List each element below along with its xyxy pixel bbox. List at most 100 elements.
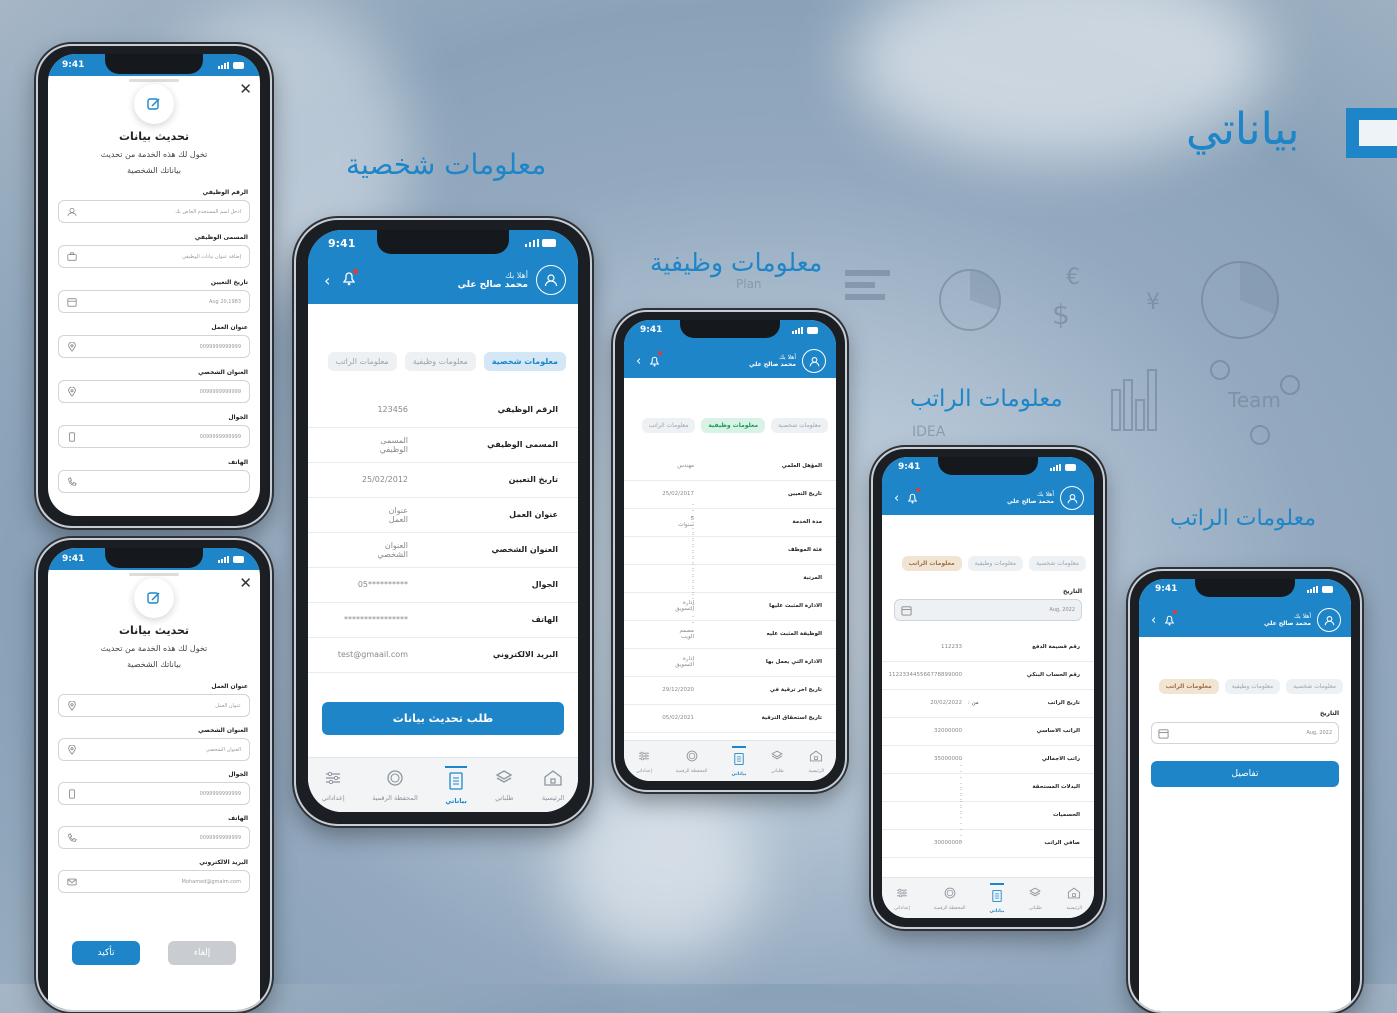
nav-label: طلباتي [495,794,514,802]
back-icon[interactable]: ‹ [1151,613,1156,628]
tab-job[interactable]: معلومات وظيفية [404,352,476,371]
nav-item-wallet[interactable]: المحفظة الرقمية [676,748,708,774]
nav-item-home[interactable]: الرئيسية [1066,885,1082,911]
tab-personal[interactable]: معلومات شخصية [483,352,566,371]
info-row: صافي الراتب 30000000 [882,829,1094,858]
date-picker[interactable]: Aug, 2022 [894,599,1082,621]
cancel-button[interactable]: إلغاء [168,941,236,965]
avatar[interactable] [1060,486,1084,510]
bell-icon[interactable] [342,269,359,290]
back-icon[interactable]: ‹ [324,271,330,290]
sliders-icon [323,768,343,792]
form-field-label: عنوان العمل [211,324,248,331]
section-title-job: معلومات وظيفية [650,248,823,277]
form-field-placeholder: 0099999999999 [199,433,241,440]
info-row: الادارة المثبت عليها إدارة التسويق [624,592,836,621]
tab-salary[interactable]: معلومات الراتب [327,352,397,371]
nav-item-home[interactable]: الرئيسية [542,768,564,802]
tab-job[interactable]: معلومات وظيفية [967,556,1024,571]
nav-item-settings[interactable]: إعداداتي [636,748,652,774]
confirm-button[interactable]: تأكيد [72,941,140,965]
calendar-icon [1158,724,1169,743]
nav-item-wallet[interactable]: المحفظة الرقمية [372,768,418,802]
phone-icon [67,472,77,491]
form-field-input[interactable]: ادخل اسم المستخدم الخاص بك [58,200,250,223]
form-field-input[interactable] [58,470,250,493]
back-icon[interactable]: ‹ [894,491,899,506]
date-picker[interactable]: Aug, 2022 [1151,722,1339,744]
info-row-label: راتب الاجمالي [1041,756,1080,762]
nav-item-settings[interactable]: إعداداتي [322,768,345,802]
info-row-label: تاريخ اخر ترقية في [769,687,822,693]
close-icon[interactable]: ✕ [239,574,252,592]
close-icon[interactable]: ✕ [239,80,252,98]
layers-icon [1028,885,1042,904]
nav-label: المحفظة الرقمية [675,769,708,774]
info-row-label: المرتبة [803,575,822,581]
request-update-button[interactable]: طلب تحديث بيانات [322,702,564,735]
bell-icon[interactable] [649,350,663,371]
avatar[interactable] [536,265,566,295]
back-icon[interactable]: ‹ [636,354,641,369]
nav-item-mydata[interactable]: بياناتي [731,745,747,777]
form-field-input[interactable]: 0099999999999 [58,826,250,849]
tab-salary[interactable]: معلومات الراتب [901,556,962,571]
section-title-salary: معلومات الراتب [910,386,1063,412]
form-field-placeholder: إضافة عنوان بيانات الوظيفي [182,253,241,260]
nav-label: بياناتي [445,796,467,805]
tab-personal[interactable]: معلومات شخصية [1029,556,1086,571]
nav-item-wallet[interactable]: المحفظة الرقمية [934,885,966,911]
info-row-label: رقم الحساب البنكي [1026,672,1080,678]
form-field-input[interactable]: إضافة عنوان بيانات الوظيفي [58,245,250,268]
tab-salary[interactable]: معلومات الراتب [641,418,696,433]
info-row-label: الجوال [531,580,558,589]
bell-icon[interactable] [1164,609,1178,630]
details-button[interactable]: تفاصيل [1151,761,1339,787]
tab-job[interactable]: معلومات وظيفية [701,418,766,433]
form-field-label: المسمى الوظيفي [194,234,248,241]
wallet-icon [685,748,699,767]
info-row-label: المؤهل العلمي [781,463,822,469]
nav-item-home[interactable]: الرئيسية [808,748,824,774]
form-field-input[interactable]: عنوان العمل [58,694,250,717]
form-field-label: الجوال [228,771,248,778]
avatar[interactable] [1317,608,1341,632]
avatar[interactable] [802,349,826,373]
form-field-input[interactable]: العنوان الشخصي [58,738,250,761]
nav-item-mydata[interactable]: بياناتي [445,765,467,805]
tab-personal[interactable]: معلومات شخصية [1286,679,1343,694]
nav-item-settings[interactable]: إعداداتي [894,885,910,911]
info-row: الرقم الوظيفي 123456 [308,392,578,428]
form-field-input[interactable]: 0099999999999 [58,425,250,448]
phone-job-info: 9:41 ‹ أهلا بك محمد صالح علي معلومات شخص… [613,310,847,792]
nav-item-requests[interactable]: طلباتي [494,768,514,802]
form-field-input[interactable]: Aug 20,1983 [58,290,250,313]
info-row: تاريخ التعيين 25/02/2012 [308,462,578,498]
tab-salary[interactable]: معلومات الراتب [1158,679,1219,694]
tab-job[interactable]: معلومات وظيفية [1224,679,1281,694]
home-icon [809,748,823,767]
nav-item-requests[interactable]: طلباتي [770,748,784,774]
info-row-label: الراتب الاساسي [1036,728,1081,734]
form-field-label: الهاتف [228,815,248,822]
form-field-input[interactable]: Mohamed@gmaim.com [58,870,250,893]
sketch-plan-text: Plan [736,277,762,291]
phone-update-form-2: 9:41 ✕ تحديث بيانات تخول لك هذه الخدمة م… [36,538,272,1012]
nav-item-mydata[interactable]: بياناتي [989,882,1005,914]
bell-icon[interactable] [907,487,921,508]
tab-personal[interactable]: معلومات شخصية [771,418,828,433]
status-icons [218,61,246,69]
form-field-input[interactable]: 0099999999999 [58,335,250,358]
form-field-input[interactable]: 0099999999999 [58,782,250,805]
background-glow [560,780,760,960]
info-row: الجوال **********05 [308,567,578,603]
greeting: أهلا بك [1293,613,1311,620]
form-field-input[interactable]: 0099999999999 [58,380,250,403]
info-row-label: الادارة المثبت عليها [769,603,822,609]
update-desc: تخول لك هذه الخدمة من تحديث [100,150,208,159]
info-row: البدلات المستحقة ---------- [882,757,1094,817]
nav-label: الرئيسية [541,794,565,802]
info-row: فئة الموظف ---------------- [624,502,836,598]
nav-item-requests[interactable]: طلباتي [1028,885,1042,911]
sliders-icon [637,748,651,767]
